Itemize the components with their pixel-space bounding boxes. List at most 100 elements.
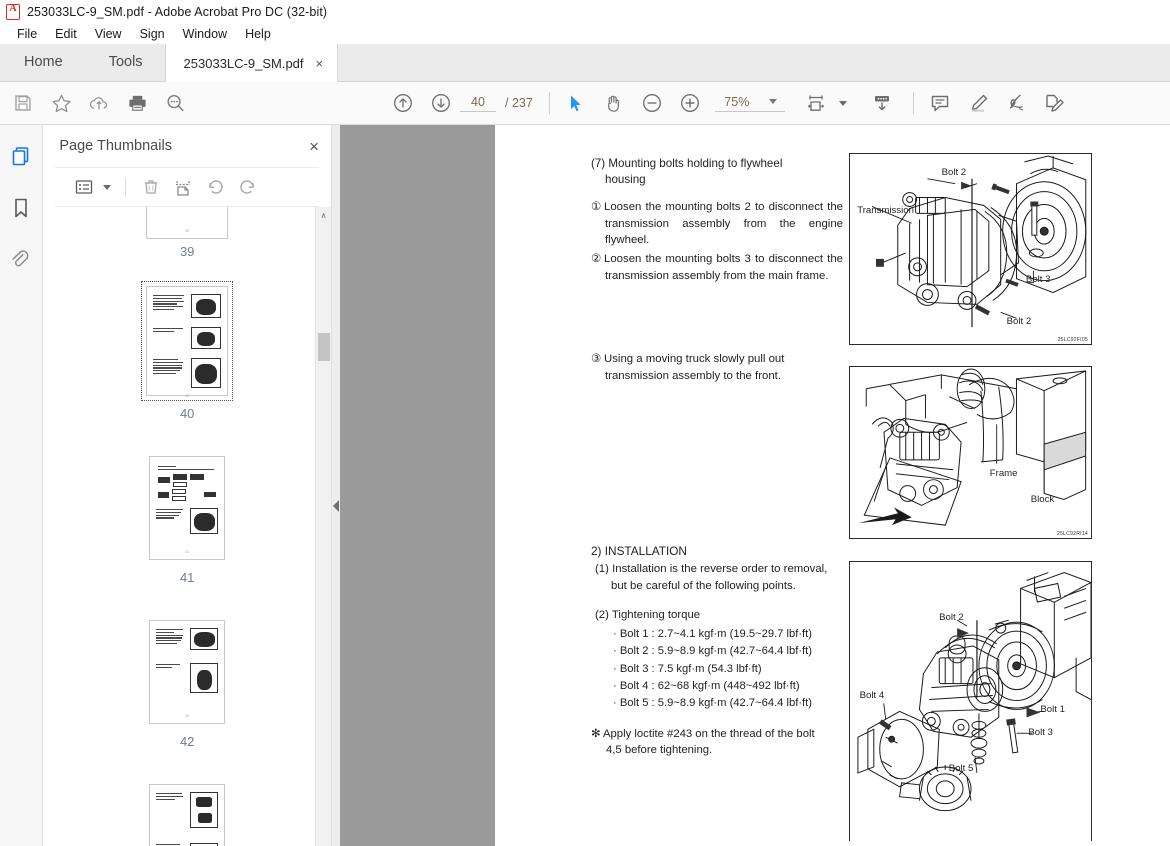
hand-icon[interactable] xyxy=(595,84,633,122)
zoom-level-input[interactable] xyxy=(715,95,759,109)
pdf-page[interactable]: (7) Mounting bolts holding to flywheel h… xyxy=(495,125,1170,846)
installation-bolts-figure: Bolt 2 Bolt 4 Bolt 1 Bolt 3 Bolt 5 xyxy=(849,561,1092,841)
list-item[interactable]: 42 42 xyxy=(144,615,230,749)
list-item[interactable]: 39 39 xyxy=(146,207,228,259)
tab-document[interactable]: 253033LC-9_SM.pdf × xyxy=(165,44,339,82)
toolbar-view-tools xyxy=(557,84,709,122)
close-icon[interactable]: × xyxy=(316,57,324,70)
list-item[interactable]: 41 41 xyxy=(144,451,230,585)
figure-label: Bolt 5 xyxy=(949,763,974,774)
options-chevron-down-icon[interactable] xyxy=(103,185,111,190)
rotate-cw-icon[interactable] xyxy=(232,173,262,201)
panel-collapse-handle[interactable] xyxy=(332,125,340,846)
chevron-left-icon xyxy=(333,500,339,512)
thumbnail-list: 39 39 xyxy=(43,209,331,846)
figure-label: Bolt 4 xyxy=(860,690,885,701)
figure-label: Bolt 3 xyxy=(1026,274,1051,285)
chevron-down-icon[interactable] xyxy=(769,99,777,104)
delete-pages-icon[interactable] xyxy=(136,173,166,201)
menu-sign[interactable]: Sign xyxy=(131,24,174,44)
page-figure-column: Bolt 2 Transmission Bolt 3 Bolt 2 xyxy=(843,153,1092,841)
attachments-icon[interactable] xyxy=(6,245,36,275)
options-list-icon[interactable] xyxy=(69,173,99,201)
section-7-item-3: ③Using a moving truck slowly pull out tr… xyxy=(591,351,843,385)
figure-code: 25LC92FI05 xyxy=(1057,337,1088,343)
toolbar-page-nav: / 237 xyxy=(384,84,533,122)
tab-strip: Home Tools 253033LC-9_SM.pdf × xyxy=(0,44,1170,82)
tab-home[interactable]: Home xyxy=(0,43,87,81)
zoom-out-icon[interactable] xyxy=(633,84,671,122)
tab-tools[interactable]: Tools xyxy=(87,43,165,81)
menu-bar: File Edit View Sign Window Help xyxy=(0,24,1170,44)
bookmarks-icon[interactable] xyxy=(6,193,36,223)
page-text-column: (7) Mounting bolts holding to flywheel h… xyxy=(591,153,843,841)
figure-label: Frame xyxy=(990,468,1018,479)
tightening-torque-list: · Bolt 1 : 2.7~4.1 kgf·m (19.5~29.7 lbf·… xyxy=(591,626,843,713)
arrow-up-circle-icon[interactable] xyxy=(384,84,422,122)
figure-3-drawing xyxy=(850,562,1091,841)
extract-pages-icon[interactable] xyxy=(168,173,198,201)
installation-section: 2) INSTALLATION (1) Installation is the … xyxy=(591,544,843,758)
thumbnail-page-number: 39 xyxy=(180,244,194,259)
menu-help[interactable]: Help xyxy=(236,24,280,44)
menu-view[interactable]: View xyxy=(86,24,131,44)
zoom-control[interactable] xyxy=(715,95,785,112)
figure-label: Block xyxy=(1031,494,1054,505)
panel-divider xyxy=(125,178,126,196)
torque-item: · Bolt 3 : 7.5 kgf·m (54.3 lbf·ft) xyxy=(613,661,843,678)
panel-header: Page Thumbnails × xyxy=(43,125,331,167)
figure-label: Bolt 2 xyxy=(942,167,967,178)
toolbar-left-group xyxy=(4,84,194,122)
scrollbar-track[interactable] xyxy=(316,223,332,846)
section-7-item-1: ①Loosen the mounting bolts 2 to disconne… xyxy=(591,199,843,249)
page-columns: (7) Mounting bolts holding to flywheel h… xyxy=(591,153,1092,841)
main-toolbar: / 237 xyxy=(0,82,1170,125)
frame-block-figure: Frame Block 25LC92RI14 xyxy=(849,366,1092,539)
rotate-ccw-icon[interactable] xyxy=(200,173,230,201)
section-7-heading: (7) Mounting bolts holding to flywheel h… xyxy=(591,156,843,189)
zoom-in-icon[interactable] xyxy=(671,84,709,122)
figure-2-drawing xyxy=(850,367,1091,538)
app-body: Page Thumbnails × xyxy=(0,125,1170,846)
scrollbar-thumb[interactable] xyxy=(318,333,330,361)
window-title: 253033LC-9_SM.pdf - Adobe Acrobat Pro DC… xyxy=(27,5,327,19)
menu-window[interactable]: Window xyxy=(174,24,236,44)
signature-icon[interactable] xyxy=(997,84,1035,122)
toolbar-divider-2 xyxy=(913,92,914,114)
fill-and-sign-icon[interactable] xyxy=(1035,84,1073,122)
scroll-mode-icon[interactable] xyxy=(863,84,901,122)
cloud-upload-icon[interactable] xyxy=(80,84,118,122)
thumbnail-page-number: 42 xyxy=(180,734,194,749)
search-zoom-icon[interactable] xyxy=(156,84,194,122)
star-icon[interactable] xyxy=(42,84,80,122)
side-rail xyxy=(0,125,43,846)
list-item[interactable]: 40 40 xyxy=(141,281,233,421)
cursor-arrow-icon[interactable] xyxy=(557,84,595,122)
menu-edit[interactable]: Edit xyxy=(46,24,86,44)
list-item[interactable]: 43 43 xyxy=(144,779,230,846)
torque-item: · Bolt 1 : 2.7~4.1 kgf·m (19.5~29.7 lbf·… xyxy=(613,626,843,643)
transmission-flywheel-figure: Bolt 2 Transmission Bolt 3 Bolt 2 xyxy=(849,153,1092,345)
installation-point-2: (2) Tightening torque xyxy=(591,607,843,624)
figure-code: 25LC92RI14 xyxy=(1057,531,1088,537)
fit-page-chevron-down-icon[interactable] xyxy=(839,101,847,106)
torque-item: · Bolt 4 : 62~68 kgf·m (448~492 lbf·ft) xyxy=(613,678,843,695)
comment-icon[interactable] xyxy=(921,84,959,122)
panel-close-icon[interactable]: × xyxy=(309,138,319,155)
toolbar-divider-1 xyxy=(549,92,550,114)
thumbnail-scroll-area[interactable]: 39 39 xyxy=(43,207,331,846)
menu-file[interactable]: File xyxy=(8,24,46,44)
figure-label: Bolt 1 xyxy=(1040,704,1065,715)
installation-title: 2) INSTALLATION xyxy=(591,544,843,558)
print-icon[interactable] xyxy=(118,84,156,122)
page-thumbnails-icon[interactable] xyxy=(6,141,36,171)
highlight-pen-icon[interactable] xyxy=(959,84,997,122)
thumbnail-page-number: 41 xyxy=(180,570,194,585)
thumbnail-scrollbar[interactable]: ∧ ∨ xyxy=(315,207,331,846)
figure-label: Transmission xyxy=(857,205,914,216)
save-icon[interactable] xyxy=(4,84,42,122)
page-number-input[interactable] xyxy=(460,95,496,112)
arrow-down-circle-icon[interactable] xyxy=(422,84,460,122)
fit-page-icon[interactable] xyxy=(797,84,835,122)
scroll-up-arrow-icon[interactable]: ∧ xyxy=(316,207,332,223)
